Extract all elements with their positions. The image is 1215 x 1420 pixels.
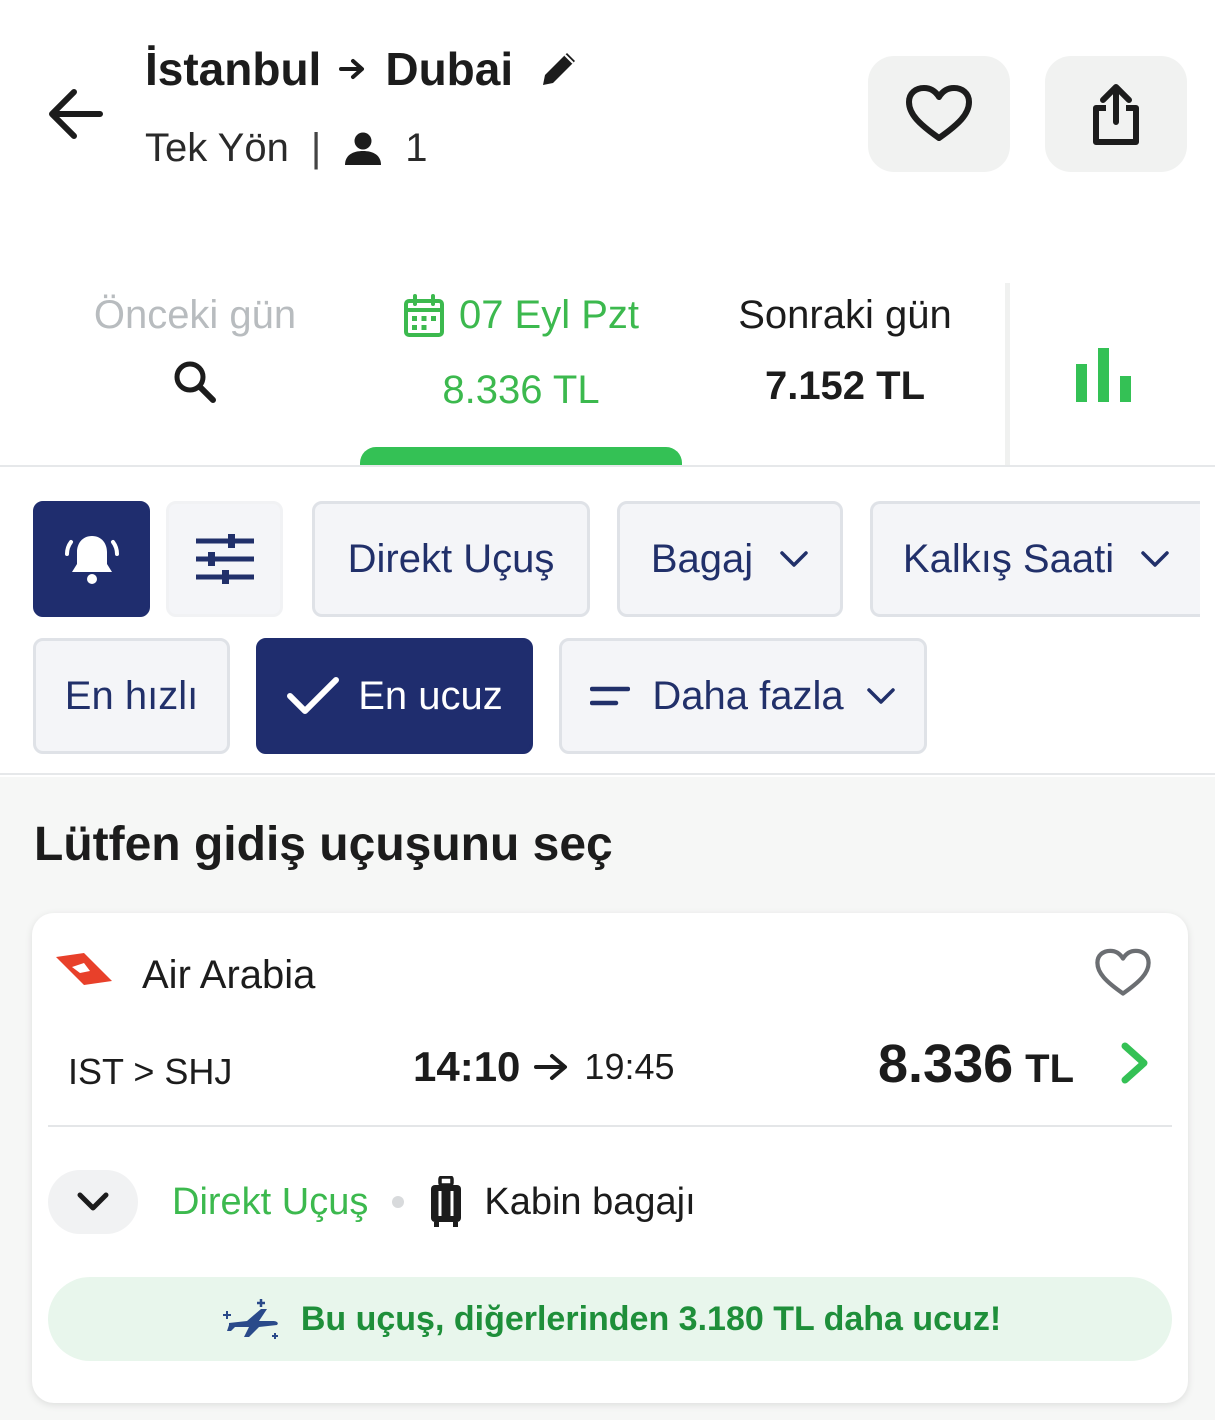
departure-time: 14:10 bbox=[413, 1043, 521, 1090]
current-day-price: 8.336 TL bbox=[442, 368, 600, 412]
divider bbox=[48, 1125, 1172, 1127]
direct-flight-tag: Direkt Uçuş bbox=[172, 1180, 369, 1223]
price-currency: TL bbox=[1025, 1047, 1075, 1091]
selected-tab-indicator bbox=[360, 447, 682, 465]
section-title: Lütfen gidiş uçuşunu seç bbox=[34, 818, 613, 871]
share-icon bbox=[1093, 84, 1139, 145]
trip-type: Tek Yön bbox=[145, 126, 289, 170]
arrival-time: 19:45 bbox=[584, 1046, 675, 1087]
air-arabia-logo-icon bbox=[54, 951, 116, 996]
chevron-down-icon bbox=[77, 1192, 109, 1211]
current-day-label: 07 Eyl Pzt bbox=[458, 293, 640, 337]
previous-day-tab[interactable]: Önceki gün bbox=[50, 283, 340, 465]
favorite-route-button[interactable] bbox=[868, 56, 1010, 172]
more-label: Daha fazla bbox=[652, 673, 844, 718]
sort-lines-icon bbox=[590, 686, 631, 706]
date-selector: Önceki gün 07 Eyl Pzt 8.336 TL Sonraki g… bbox=[0, 283, 1215, 465]
next-day-price: 7.152 TL bbox=[764, 364, 926, 408]
baggage-filter[interactable]: Bagaj bbox=[617, 501, 843, 617]
promo-banner: Bu uçuş, diğerlerinden 3.180 TL daha ucu… bbox=[48, 1277, 1172, 1361]
expand-details-button[interactable] bbox=[48, 1170, 138, 1234]
separator: | bbox=[310, 126, 322, 170]
current-day-tab[interactable]: 07 Eyl Pzt 8.336 TL bbox=[360, 283, 682, 465]
more-sort-button[interactable]: Daha fazla bbox=[559, 638, 927, 754]
plane-sparkle-icon bbox=[222, 1299, 278, 1339]
chevron-down-icon bbox=[1141, 551, 1169, 567]
next-day-tab[interactable]: Sonraki gün 7.152 TL bbox=[700, 283, 990, 465]
route-title[interactable]: İstanbul Dubai bbox=[145, 42, 581, 96]
next-day-label: Sonraki gün bbox=[738, 293, 952, 337]
bell-icon bbox=[64, 536, 119, 584]
flight-price: 8.336 TL bbox=[878, 1033, 1074, 1095]
pencil-icon[interactable] bbox=[537, 47, 581, 91]
flight-card[interactable]: Air Arabia IST > SHJ 14:10 19:45 8.336 T… bbox=[32, 913, 1188, 1403]
dot-separator bbox=[392, 1196, 405, 1208]
route-arrow-icon bbox=[339, 58, 367, 80]
back-button[interactable] bbox=[40, 80, 108, 148]
checkmark-icon bbox=[287, 677, 340, 714]
heart-icon[interactable] bbox=[1094, 947, 1152, 1004]
price-alert-button[interactable] bbox=[33, 501, 150, 617]
search-icon bbox=[50, 358, 340, 406]
route-codes: IST > SHJ bbox=[68, 1051, 233, 1092]
cheapest-sort-button[interactable]: En ucuz bbox=[256, 638, 533, 754]
direct-flight-label: Direkt Uçuş bbox=[347, 536, 555, 581]
origin-city: İstanbul bbox=[145, 43, 322, 95]
fastest-label: En hızlı bbox=[64, 673, 199, 718]
filter-settings-button[interactable] bbox=[166, 501, 283, 617]
heart-icon bbox=[906, 85, 972, 141]
cheapest-label: En ucuz bbox=[358, 673, 503, 718]
destination-city: Dubai bbox=[385, 43, 514, 95]
person-icon bbox=[343, 131, 383, 167]
airline-name: Air Arabia bbox=[142, 953, 316, 997]
departure-time-filter[interactable]: Kalkış Saati bbox=[870, 501, 1200, 617]
arrow-right-icon bbox=[534, 1054, 568, 1080]
share-button[interactable] bbox=[1045, 56, 1187, 172]
passenger-count: 1 bbox=[405, 126, 428, 170]
sliders-icon bbox=[195, 534, 254, 584]
trip-summary: Tek Yön | 1 bbox=[145, 126, 427, 171]
filter-bar: Direkt Uçuş Bagaj Kalkış Saati En hızlı … bbox=[0, 467, 1215, 775]
calendar-icon bbox=[403, 293, 444, 337]
results-section: Lütfen gidiş uçuşunu seç Air Arabia IST … bbox=[0, 777, 1215, 1420]
fastest-sort-button[interactable]: En hızlı bbox=[33, 638, 230, 754]
flight-summary: IST > SHJ 14:10 19:45 8.336 TL bbox=[68, 1034, 1158, 1103]
promo-text: Bu uçuş, diğerlerinden 3.180 TL daha ucu… bbox=[300, 1299, 1002, 1338]
suitcase-icon bbox=[428, 1176, 464, 1228]
direct-flight-filter[interactable]: Direkt Uçuş bbox=[312, 501, 590, 617]
previous-day-label: Önceki gün bbox=[93, 293, 297, 337]
price-value: 8.336 bbox=[878, 1034, 1014, 1094]
arrow-left-icon bbox=[49, 89, 103, 139]
baggage-label: Bagaj bbox=[650, 536, 754, 581]
chevron-down-icon bbox=[780, 551, 808, 567]
chevron-down-icon bbox=[866, 688, 895, 704]
flight-times: 14:10 19:45 bbox=[413, 1043, 675, 1091]
flight-details-row: Direkt Uçuş Kabin bagajı bbox=[48, 1169, 1172, 1235]
bar-chart-icon bbox=[1075, 348, 1131, 402]
top-bar: İstanbul Dubai Tek Yön | 1 bbox=[0, 0, 1215, 270]
chevron-right-icon[interactable] bbox=[1118, 1041, 1152, 1090]
departure-time-label: Kalkış Saati bbox=[902, 536, 1115, 581]
price-chart-button[interactable] bbox=[1005, 283, 1215, 465]
baggage-tag: Kabin bagajı bbox=[484, 1180, 696, 1223]
